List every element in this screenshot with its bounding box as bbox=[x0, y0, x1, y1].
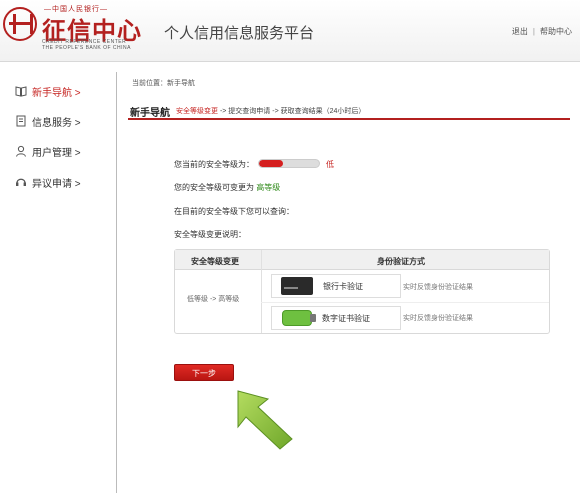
link-separator: | bbox=[532, 27, 535, 36]
level-change-text: 低等级 -> 高等级 bbox=[187, 296, 240, 303]
logo-seal-icon bbox=[3, 7, 37, 41]
top-links: 退出 | 帮助中心 bbox=[512, 26, 572, 37]
change-description-label: 安全等级变更说明： bbox=[174, 230, 246, 239]
title-underline bbox=[128, 118, 570, 120]
document-icon bbox=[16, 115, 26, 127]
breadcrumb: 当前位置：新手导航 bbox=[132, 80, 195, 87]
security-level-label: 您当前的安全等级为： bbox=[174, 160, 254, 169]
headset-icon bbox=[16, 178, 26, 186]
bank-card-icon bbox=[281, 277, 313, 295]
pointer-arrow-icon bbox=[237, 390, 293, 450]
logout-link[interactable]: 退出 bbox=[512, 27, 528, 36]
sidebar-item-label: 异议申请 > bbox=[32, 178, 81, 190]
help-center-link[interactable]: 帮助中心 bbox=[540, 27, 572, 36]
changeable-prefix: 您的安全等级可变更为 bbox=[174, 183, 254, 192]
sidebar: 新手导航 > 信息服务 > 用户管理 > 异议申请 > bbox=[0, 63, 116, 493]
next-step-button[interactable]: 下一步 bbox=[174, 364, 234, 381]
security-level-fill bbox=[259, 160, 283, 167]
changeable-level-text: 您的安全等级可变更为 高等级 bbox=[174, 182, 280, 193]
book-icon bbox=[15, 86, 27, 97]
sidebar-item-guide[interactable]: 新手导航 > bbox=[15, 83, 81, 99]
table-header: 安全等级变更 身份验证方式 bbox=[175, 250, 549, 270]
remaining-steps: -> 提交查询申请 -> 获取查询结果（24小时后） bbox=[218, 108, 366, 115]
bank-card-verify-option[interactable]: 银行卡验证 bbox=[271, 274, 401, 298]
page-title: 新手导航 bbox=[130, 108, 170, 119]
sidebar-item-label: 用户管理 > bbox=[32, 147, 81, 159]
current-step: 安全等级变更 bbox=[176, 108, 218, 115]
user-icon bbox=[16, 145, 26, 157]
sidebar-item-dispute[interactable]: 异议申请 > bbox=[15, 174, 81, 190]
method-note: 实时反馈身份验证结果 bbox=[403, 315, 473, 322]
method-label: 数字证书验证 bbox=[322, 313, 370, 323]
sidebar-divider bbox=[116, 72, 117, 493]
security-level-bar bbox=[258, 159, 320, 168]
column-divider bbox=[261, 250, 262, 333]
method-label: 银行卡验证 bbox=[323, 281, 363, 291]
query-text: 在目前的安全等级下您可以查询： bbox=[174, 207, 294, 216]
sidebar-item-info-service[interactable]: 信息服务 > bbox=[15, 113, 81, 129]
sidebar-item-user-management[interactable]: 用户管理 > bbox=[15, 143, 81, 159]
row-divider bbox=[261, 302, 549, 303]
brand-en-line2: THE PEOPLE'S BANK OF CHINA bbox=[42, 45, 131, 51]
verification-table: 安全等级变更 身份验证方式 低等级 -> 高等级 银行卡验证 实时反馈身份验证结… bbox=[174, 249, 550, 334]
security-level-word: 低 bbox=[326, 160, 334, 169]
site-title: 个人信用信息服务平台 bbox=[164, 25, 315, 42]
usb-key-icon bbox=[282, 310, 316, 326]
sidebar-item-label: 信息服务 > bbox=[32, 117, 81, 129]
col-verify-method: 身份验证方式 bbox=[377, 257, 425, 266]
col-level-change: 安全等级变更 bbox=[191, 257, 239, 266]
step-indicator: 安全等级变更 -> 提交查询申请 -> 获取查询结果（24小时后） bbox=[176, 106, 365, 116]
header: —中国人民银行— 征信中心 CREDIT REFERENCE CENTER TH… bbox=[0, 0, 580, 62]
method-note: 实时反馈身份验证结果 bbox=[403, 284, 473, 291]
sidebar-item-label: 新手导航 > bbox=[32, 87, 81, 99]
digital-cert-verify-option[interactable]: 数字证书验证 bbox=[271, 306, 401, 330]
changeable-level: 高等级 bbox=[256, 183, 281, 192]
